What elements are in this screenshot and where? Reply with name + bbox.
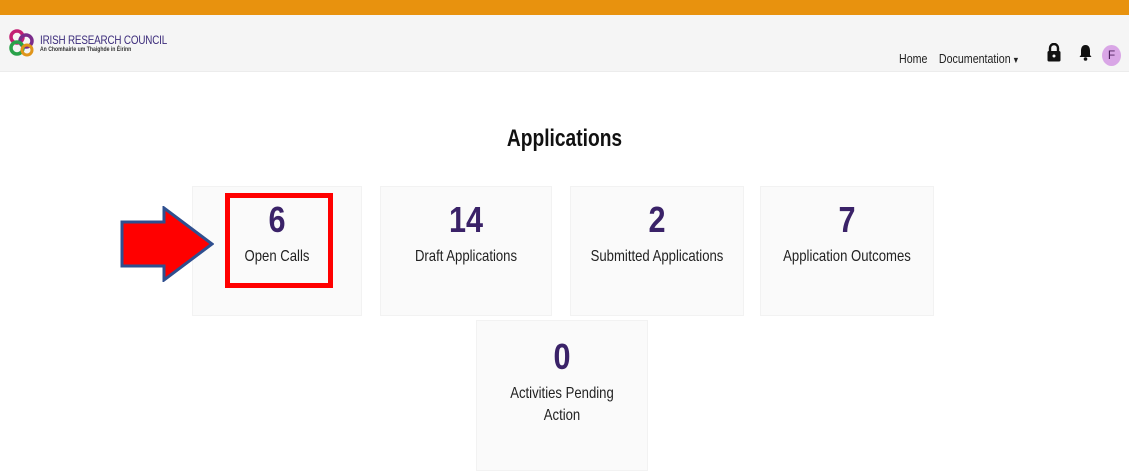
card-value: 14 — [448, 199, 484, 240]
card-value: 2 — [648, 199, 666, 240]
nav-home-link[interactable]: Home — [899, 51, 927, 66]
lock-icon[interactable] — [1047, 42, 1061, 67]
card-draft-applications[interactable]: 14 Draft Applications — [380, 186, 552, 316]
bell-icon[interactable] — [1079, 44, 1092, 66]
irc-logo-icon — [9, 29, 34, 57]
card-label: Application Outcomes — [783, 248, 911, 265]
card-value: 7 — [838, 199, 856, 240]
card-label: Activities Pending Action — [510, 385, 614, 424]
logo[interactable]: IRISH RESEARCH COUNCIL An Chomhairle um … — [6, 25, 195, 61]
card-activities-pending-action[interactable]: 0 Activities Pending Action — [476, 320, 648, 471]
nav-documentation-label: Documentation — [938, 51, 1011, 66]
avatar[interactable]: F — [1102, 45, 1121, 66]
chevron-down-icon: ▼ — [1012, 55, 1020, 65]
card-value: 0 — [553, 336, 571, 377]
logo-subtitle: An Chomhairle um Thaighde in Éirinn — [40, 46, 132, 53]
logo-title: IRISH RESEARCH COUNCIL — [40, 32, 168, 47]
page-title: Applications — [506, 125, 623, 152]
top-accent-bar — [0, 0, 1129, 15]
highlight-box — [225, 193, 333, 288]
nav-documentation-dropdown[interactable]: Documentation ▼ — [939, 51, 1020, 66]
card-application-outcomes[interactable]: 7 Application Outcomes — [760, 186, 934, 316]
card-label: Draft Applications — [414, 248, 518, 265]
navbar: IRISH RESEARCH COUNCIL An Chomhairle um … — [0, 15, 1129, 72]
card-submitted-applications[interactable]: 2 Submitted Applications — [570, 186, 744, 316]
nav-links: Home Documentation ▼ — [899, 51, 1020, 66]
arrow-right-icon — [120, 205, 215, 287]
card-label: Submitted Applications — [590, 248, 724, 265]
